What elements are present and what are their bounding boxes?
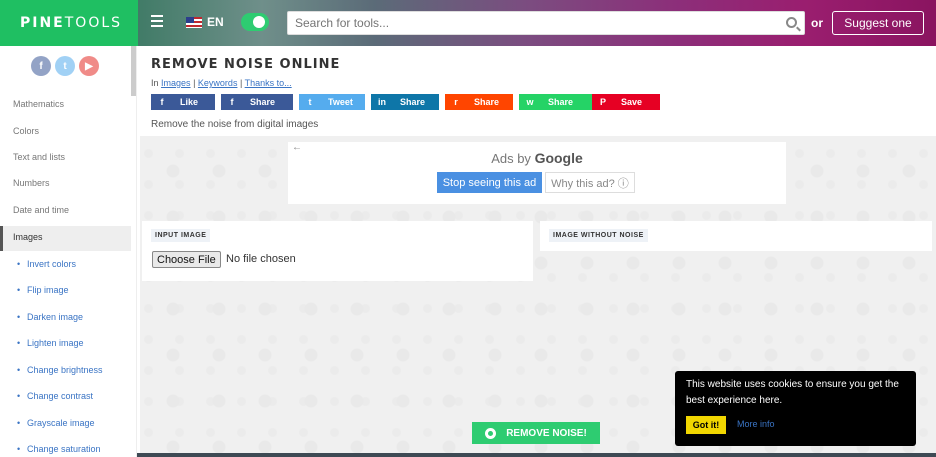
sidebar-item-mathematics[interactable]: Mathematics [13, 99, 64, 109]
logo-area[interactable]: PINETOOLS [0, 0, 138, 46]
search-box[interactable] [287, 11, 805, 35]
suggest-button[interactable]: Suggest one [832, 11, 924, 35]
sidebar-sub-change-saturation[interactable]: Change saturation [17, 444, 101, 454]
page-title: REMOVE NOISE ONLINE [151, 57, 341, 72]
breadcrumb-thanks[interactable]: Thanks to... [245, 78, 292, 88]
sidebar-sub-change-contrast[interactable]: Change contrast [17, 391, 93, 401]
search-input[interactable] [288, 12, 768, 34]
facebook-icon[interactable]: f [31, 56, 51, 76]
pinterest-save-button[interactable]: P Save [592, 94, 660, 110]
why-this-ad-button[interactable]: Why this ad? ⓘ [545, 172, 635, 193]
facebook-icon: f [160, 97, 164, 107]
tool-header: REMOVE NOISE ONLINE In Images | Keywords… [140, 46, 936, 136]
remove-noise-label: REMOVE NOISE! [506, 427, 587, 439]
output-image-panel: IMAGE WITHOUT NOISE [540, 221, 932, 251]
cookie-banner: This website uses cookies to ensure you … [675, 371, 916, 446]
reddit-icon: r [454, 97, 458, 107]
sidebar-sub-invert-colors[interactable]: Invert colors [17, 259, 76, 269]
or-text: or [811, 16, 823, 30]
language-label: EN [207, 15, 224, 29]
breadcrumb-images[interactable]: Images [161, 78, 191, 88]
sidebar-sub-flip-image[interactable]: Flip image [17, 285, 68, 295]
us-flag-icon [186, 16, 202, 28]
no-file-text: No file chosen [226, 253, 296, 265]
got-it-button[interactable]: Got it! [686, 416, 726, 434]
remove-noise-button[interactable]: REMOVE NOISE! [472, 422, 600, 444]
sidebar-sub-grayscale-image[interactable]: Grayscale image [17, 418, 94, 428]
input-image-panel: INPUT IMAGE Choose File No file chosen [142, 221, 533, 281]
stop-seeing-ad-button[interactable]: Stop seeing this ad [437, 172, 542, 193]
pinterest-icon: P [599, 97, 606, 107]
sidebar-item-colors[interactable]: Colors [13, 126, 39, 136]
reddit-share-button[interactable]: r Share [445, 94, 513, 110]
sidebar-scrollbar[interactable] [131, 46, 136, 96]
sidebar-sub-lighten-image[interactable]: Lighten image [17, 338, 83, 348]
facebook-like-button[interactable]: f Like [151, 94, 215, 110]
cookie-text: This website uses cookies to ensure you … [686, 379, 899, 406]
breadcrumb: In Images | Keywords | Thanks to... [151, 78, 292, 88]
sidebar-sub-darken-image[interactable]: Darken image [17, 312, 83, 322]
ads-by-google: Ads by Google [491, 150, 583, 166]
logo[interactable]: PINETOOLS [20, 15, 122, 31]
bottom-strip [137, 453, 936, 457]
whatsapp-share-button[interactable]: w Share [519, 94, 592, 110]
tool-description: Remove the noise from digital images [151, 119, 319, 130]
sidebar-sub-change-brightness[interactable]: Change brightness [17, 365, 103, 375]
sidebar-item-images[interactable]: Images [13, 232, 43, 242]
sidebar-item-text-and-lists[interactable]: Text and lists [13, 152, 65, 162]
ad-box: ← Ads by Google Stop seeing this ad Why … [288, 142, 786, 204]
gear-icon [485, 427, 497, 439]
sidebar-item-date-and-time[interactable]: Date and time [13, 205, 69, 215]
more-info-link[interactable]: More info [737, 419, 775, 429]
twitter-share-button[interactable]: t Tweet [299, 94, 365, 110]
twitter-icon[interactable]: t [55, 56, 75, 76]
whatsapp-icon: w [526, 97, 534, 107]
choose-file-button[interactable]: Choose File [152, 251, 221, 268]
language-selector[interactable]: EN [186, 15, 224, 29]
top-bar: PINETOOLS EN or Suggest one [0, 0, 936, 46]
linkedin-share-button[interactable]: in Share [371, 94, 439, 110]
breadcrumb-keywords[interactable]: Keywords [198, 78, 238, 88]
twitter-icon: t [308, 97, 312, 107]
theme-toggle[interactable] [241, 13, 269, 31]
search-icon[interactable] [786, 17, 797, 28]
linkedin-icon: in [378, 97, 386, 107]
youtube-icon[interactable]: ▶ [79, 56, 99, 76]
menu-icon[interactable] [151, 15, 163, 29]
facebook-icon: f [230, 97, 234, 107]
input-image-label: INPUT IMAGE [151, 229, 211, 242]
output-image-label: IMAGE WITHOUT NOISE [549, 229, 648, 242]
sidebar-item-numbers[interactable]: Numbers [13, 178, 50, 188]
facebook-share-button[interactable]: f Share [221, 94, 293, 110]
sidebar: f t ▶ Mathematics Colors Text and lists … [0, 46, 137, 457]
